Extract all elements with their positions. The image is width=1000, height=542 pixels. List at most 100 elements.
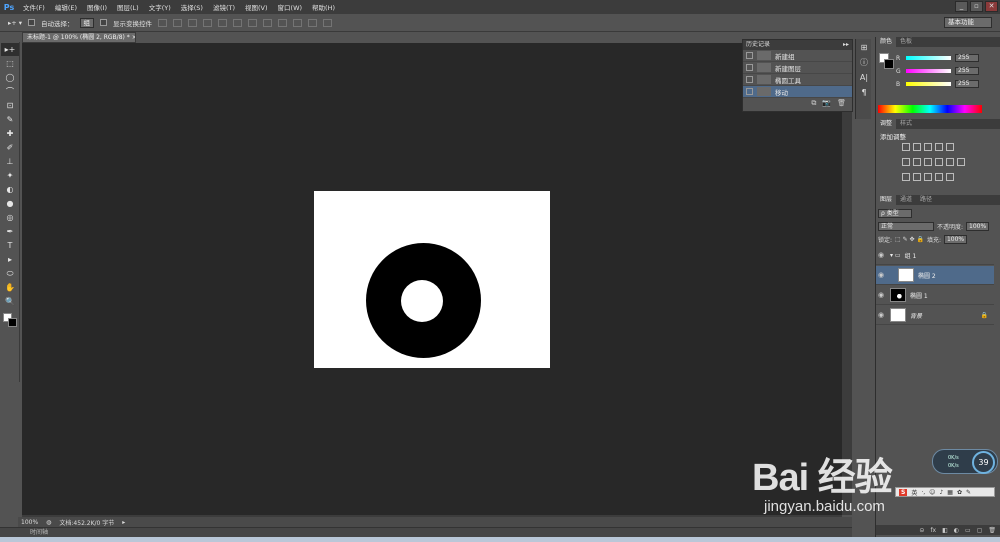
marquee-tool[interactable]: ⬚: [1, 57, 19, 70]
gradient-map-icon[interactable]: [935, 173, 943, 181]
history-source-icon[interactable]: [746, 64, 753, 71]
invert-icon[interactable]: [902, 173, 910, 181]
snapshot-icon[interactable]: 📷: [822, 99, 831, 107]
visibility-eye-icon[interactable]: ◉: [876, 271, 886, 279]
ime-skin-icon[interactable]: ✿: [957, 489, 962, 496]
fill-input[interactable]: 100%: [943, 234, 968, 244]
ime-language-toggle[interactable]: 英: [911, 488, 917, 497]
distribute-left-icon[interactable]: [293, 18, 303, 27]
tab-adjustments[interactable]: 调整: [876, 119, 897, 129]
distribute-top-icon[interactable]: [248, 18, 258, 27]
blue-slider[interactable]: B 255: [896, 79, 1000, 89]
history-item[interactable]: 新建图层: [743, 62, 852, 74]
move-tool[interactable]: ▸+: [1, 43, 19, 56]
document-canvas[interactable]: [314, 191, 550, 368]
history-source-icon[interactable]: [746, 76, 753, 83]
curves-icon[interactable]: [924, 143, 932, 151]
history-item[interactable]: 新建组: [743, 50, 852, 62]
black-white-icon[interactable]: [924, 158, 932, 166]
eraser-tool[interactable]: ◐: [1, 183, 19, 196]
tab-channels[interactable]: 通道: [896, 195, 916, 205]
menu-layer[interactable]: 图层(L): [112, 2, 144, 12]
brightness-icon[interactable]: [902, 143, 910, 151]
tab-styles[interactable]: 样式: [896, 119, 916, 129]
exposure-icon[interactable]: [935, 143, 943, 151]
type-tool[interactable]: T: [1, 239, 19, 252]
green-slider-track[interactable]: [906, 69, 951, 73]
history-item-active[interactable]: 移动: [743, 86, 852, 98]
green-slider[interactable]: G 255: [896, 66, 1000, 76]
distribute-bottom-icon[interactable]: [278, 18, 288, 27]
status-menu-arrow-icon[interactable]: ▸: [122, 519, 125, 526]
align-top-icon[interactable]: [158, 18, 168, 27]
path-select-tool[interactable]: ▸: [1, 253, 19, 266]
panel-background-swatch[interactable]: [884, 59, 894, 69]
history-source-icon[interactable]: [746, 52, 753, 59]
new-group-icon[interactable]: ▭: [965, 527, 971, 534]
folder-icon[interactable]: ▾ ▭: [890, 252, 901, 259]
color-lookup-icon[interactable]: [957, 158, 965, 166]
align-vcenter-icon[interactable]: [173, 18, 183, 27]
distribute-right-icon[interactable]: [323, 18, 333, 27]
ime-toolbar[interactable]: S 英 ·, ☺ ♪ ▦ ✿ ✎: [895, 487, 995, 497]
distribute-hcenter-icon[interactable]: [308, 18, 318, 27]
tab-swatches[interactable]: 色板: [896, 37, 916, 47]
gradient-tool[interactable]: ●: [1, 197, 19, 210]
move-tool-icon[interactable]: ▸+ ▾: [8, 19, 22, 27]
layer-row-group[interactable]: ◉ ▾ ▭ 组 1: [876, 246, 994, 265]
visibility-eye-icon[interactable]: ◉: [876, 291, 886, 299]
vibrance-icon[interactable]: [946, 143, 954, 151]
ellipse-2-shape[interactable]: [401, 280, 443, 322]
red-slider[interactable]: R 255: [896, 53, 1000, 63]
menu-image[interactable]: 图像(I): [82, 2, 112, 12]
opacity-input[interactable]: 100%: [966, 221, 990, 231]
history-item[interactable]: 椭圆工具: [743, 74, 852, 86]
layer-row[interactable]: ◉ 椭圆 1: [876, 286, 994, 305]
red-slider-track[interactable]: [906, 56, 951, 60]
history-source-icon[interactable]: [746, 88, 753, 95]
ime-emoji-icon[interactable]: ☺: [929, 489, 935, 496]
align-bottom-icon[interactable]: [188, 18, 198, 27]
zoom-tool[interactable]: 🔍: [1, 295, 19, 308]
show-transform-checkbox[interactable]: [100, 19, 108, 26]
menu-filter[interactable]: 滤镜(T): [208, 2, 240, 12]
green-value-input[interactable]: 255: [955, 67, 979, 75]
pen-tool[interactable]: ✒: [1, 225, 19, 238]
menu-window[interactable]: 窗口(W): [273, 2, 308, 12]
color-balance-icon[interactable]: [913, 158, 921, 166]
tab-layers[interactable]: 图层: [876, 195, 897, 205]
sogou-logo-icon[interactable]: S: [899, 488, 908, 496]
align-hcenter-icon[interactable]: [218, 18, 228, 27]
menu-type[interactable]: 文字(Y): [144, 2, 176, 12]
auto-select-dropdown[interactable]: 组: [79, 17, 95, 28]
document-tab-close-icon[interactable]: ×: [132, 34, 135, 41]
color-swatches[interactable]: [0, 309, 19, 331]
align-right-icon[interactable]: [233, 18, 243, 27]
align-left-icon[interactable]: [203, 18, 213, 27]
navigator-icon[interactable]: ⊞: [857, 42, 871, 54]
ime-mic-icon[interactable]: ♪: [939, 489, 943, 496]
ime-settings-icon[interactable]: ✎: [966, 489, 971, 496]
trash-icon[interactable]: 🗑: [837, 99, 846, 107]
character-icon[interactable]: A|: [857, 72, 871, 84]
distribute-vcenter-icon[interactable]: [263, 18, 273, 27]
new-document-from-state-icon[interactable]: ⧉: [811, 99, 816, 108]
brush-tool[interactable]: ✐: [1, 141, 19, 154]
color-spectrum[interactable]: [878, 105, 982, 113]
restore-button[interactable]: ▫: [970, 1, 983, 12]
blue-value-input[interactable]: 255: [955, 80, 979, 88]
ime-punctuation-icon[interactable]: ·,: [921, 489, 925, 496]
close-button[interactable]: ✕: [985, 1, 998, 12]
visibility-eye-icon[interactable]: ◉: [876, 251, 886, 259]
red-value-input[interactable]: 255: [955, 54, 979, 62]
blend-mode-dropdown[interactable]: 正常: [878, 221, 934, 231]
dodge-tool[interactable]: ◎: [1, 211, 19, 224]
network-monitor-widget[interactable]: 0K/s 0K/s 39: [932, 449, 998, 474]
blue-slider-track[interactable]: [906, 82, 951, 86]
auto-select-checkbox[interactable]: [28, 19, 36, 26]
visibility-eye-icon[interactable]: ◉: [876, 311, 886, 319]
zoom-level[interactable]: 100%: [21, 519, 38, 526]
tab-color[interactable]: 颜色: [876, 37, 897, 47]
trash-icon[interactable]: 🗑: [988, 527, 996, 534]
workspace-dropdown[interactable]: 基本功能: [944, 17, 992, 28]
